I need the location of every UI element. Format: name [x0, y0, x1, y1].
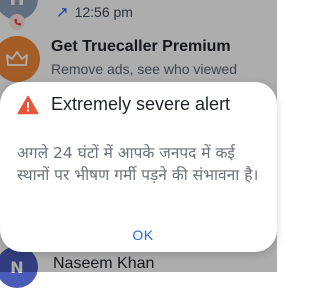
alert-dialog: Extremely severe alert अगले 24 घंटों में… — [0, 82, 277, 252]
dialog-title: Extremely severe alert — [51, 94, 231, 114]
ok-button[interactable]: OK — [116, 222, 170, 248]
dialog-message: अगले 24 घंटों में आपके जनपद में कई स्थान… — [17, 144, 259, 184]
warning-triangle-icon — [17, 95, 39, 114]
dialog-header: Extremely severe alert — [17, 94, 230, 115]
